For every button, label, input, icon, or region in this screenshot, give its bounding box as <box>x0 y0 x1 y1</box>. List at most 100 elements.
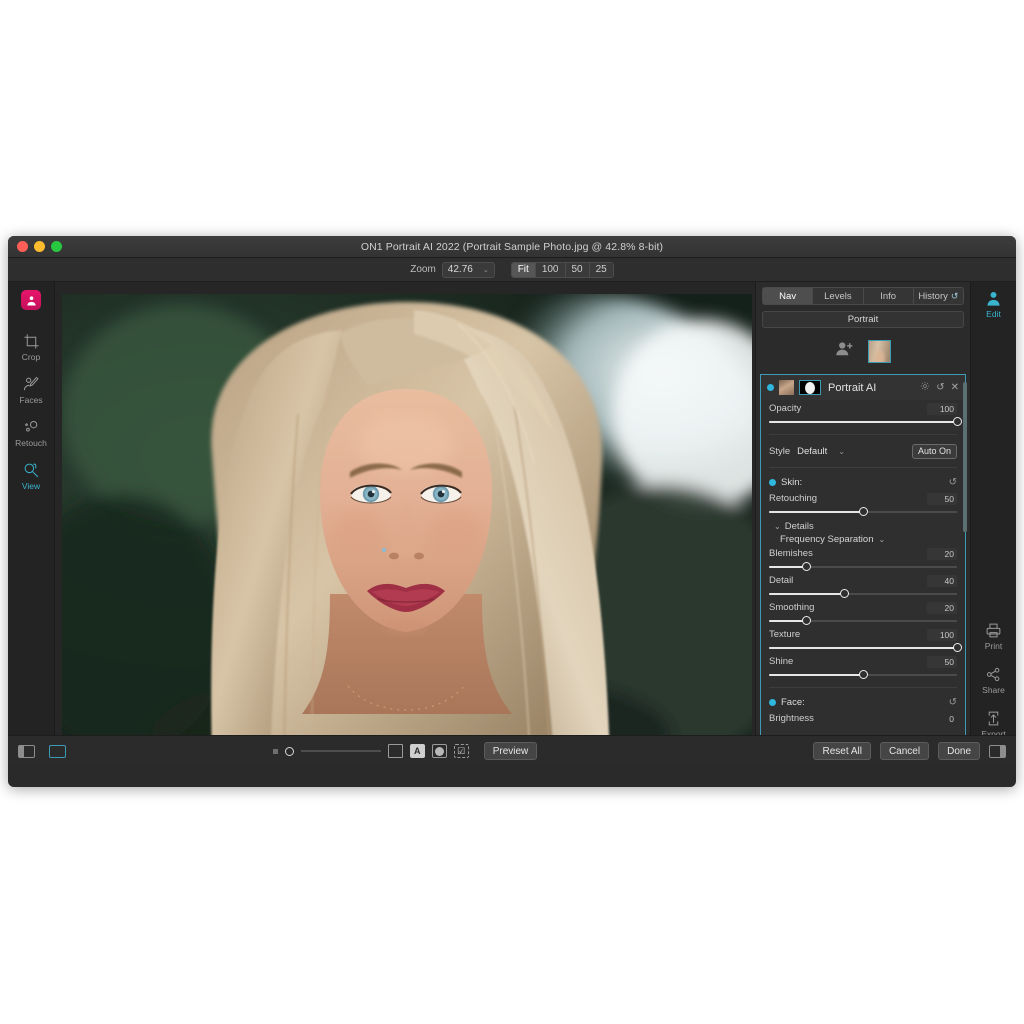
retouch-icon <box>23 418 40 437</box>
zoom-50-button[interactable]: 50 <box>565 262 590 277</box>
panel-tabs[interactable]: Nav Levels Info History ↺ <box>756 282 970 305</box>
add-person-icon[interactable] <box>835 341 854 361</box>
chevron-down-icon: ⌄ <box>774 522 781 531</box>
zoom-preset-segmented[interactable]: Fit 100 50 25 <box>510 261 614 278</box>
app-logo-icon <box>21 290 41 310</box>
preview-button[interactable]: Preview <box>483 742 538 760</box>
square-outline-icon[interactable] <box>387 744 403 758</box>
reset-all-button[interactable]: Reset All <box>813 742 871 760</box>
face-toggle-dot[interactable] <box>769 699 776 706</box>
style-row: Style Default ⌄ Auto On <box>769 442 957 460</box>
window-titlebar: ON1 Portrait AI 2022 (Portrait Sample Ph… <box>8 236 1016 258</box>
layer-actions[interactable]: ↺ ✕ <box>920 381 959 394</box>
tab-nav[interactable]: Nav <box>762 287 813 305</box>
zoom-fit-button[interactable]: Fit <box>511 262 536 277</box>
rail-item-print[interactable]: Print <box>971 621 1016 651</box>
close-window-button[interactable] <box>17 241 28 252</box>
detail-slider[interactable] <box>769 588 957 599</box>
opacity-slider[interactable] <box>769 416 962 427</box>
shine-value[interactable]: 50 <box>927 655 957 668</box>
cancel-button[interactable]: Cancel <box>879 742 930 760</box>
smoothing-value[interactable]: 20 <box>927 601 957 614</box>
skin-section-header: Skin: ↺ <box>769 475 957 490</box>
zoom-select[interactable]: 42.76 ⌄ <box>441 261 495 278</box>
history-undo-icon: ↺ <box>950 290 959 301</box>
blemishes-slider[interactable] <box>769 561 957 572</box>
tab-history[interactable]: History ↺ <box>912 287 964 305</box>
filled-circle-icon[interactable] <box>431 744 447 758</box>
panel-scrollbar[interactable] <box>963 382 967 532</box>
retouching-value[interactable]: 50 <box>927 492 957 505</box>
face-reset-icon[interactable]: ↺ <box>949 697 957 708</box>
brush-size-slider-track[interactable] <box>300 750 381 752</box>
layer-reset-icon[interactable]: ↺ <box>936 382 944 393</box>
shine-label: Shine <box>769 656 794 667</box>
face-thumbnail[interactable] <box>868 339 891 363</box>
layer-mask-thumbnail[interactable] <box>799 380 821 395</box>
rail-item-label: Share <box>982 685 1005 695</box>
retouching-slider[interactable] <box>769 506 957 517</box>
window-controls[interactable] <box>8 241 62 252</box>
retouching-label: Retouching <box>769 493 818 504</box>
divider <box>769 434 957 435</box>
brightness-label: Brightness <box>769 713 814 724</box>
sidebar-item-retouch[interactable]: Retouch <box>8 418 54 448</box>
opacity-label: Opacity <box>769 403 802 414</box>
details-disclosure[interactable]: ⌄ Details <box>774 521 957 532</box>
panel-toggle-right-icon[interactable] <box>989 744 1006 758</box>
blemishes-slider-row: Blemishes 20 <box>769 547 957 572</box>
smoothing-label: Smoothing <box>769 602 815 613</box>
printer-icon <box>985 621 1002 640</box>
zoom-100-button[interactable]: 100 <box>535 262 566 277</box>
zoom-25-button[interactable]: 25 <box>589 262 613 277</box>
close-icon[interactable]: ✕ <box>951 382 959 393</box>
minimize-window-button[interactable] <box>34 241 45 252</box>
opacity-value[interactable]: 100 <box>927 402 957 415</box>
frequency-separation-select[interactable]: Frequency Separation ⌄ <box>780 534 957 545</box>
bottom-center-controls: A ☑ Preview <box>55 736 755 766</box>
texture-label: Texture <box>769 629 801 640</box>
style-value[interactable]: Default <box>797 446 827 457</box>
checkbox-dashed-icon[interactable]: ☑ <box>453 744 469 758</box>
detail-slider-row: Detail 40 <box>769 574 957 599</box>
chevron-down-icon[interactable]: ⌄ <box>838 447 845 456</box>
auto-on-button[interactable]: Auto On <box>911 443 957 459</box>
blemishes-label: Blemishes <box>769 548 813 559</box>
brightness-value[interactable]: 0 <box>927 713 957 725</box>
skin-reset-icon[interactable]: ↺ <box>949 477 957 488</box>
face-label: Face: <box>781 697 805 708</box>
tab-levels[interactable]: Levels <box>812 287 863 305</box>
sidebar-item-crop[interactable]: Crop <box>8 332 54 362</box>
sidebar-item-view[interactable]: View <box>8 461 54 491</box>
tab-info[interactable]: Info <box>862 287 913 305</box>
skin-toggle-dot[interactable] <box>769 479 776 486</box>
layer-visibility-dot[interactable] <box>767 384 774 391</box>
soft-proof-square-icon[interactable] <box>272 748 278 754</box>
done-button[interactable]: Done <box>938 742 980 760</box>
photo-frame <box>62 294 752 758</box>
letter-a-icon[interactable]: A <box>409 744 425 758</box>
brush-size-slider-knob[interactable] <box>284 746 294 756</box>
blemishes-value[interactable]: 20 <box>927 547 957 560</box>
maximize-window-button[interactable] <box>51 241 62 252</box>
window-body: Crop Faces Retouch View Nav Levels Info … <box>8 282 1016 765</box>
top-toolbar: Zoom 42.76 ⌄ Fit 100 50 25 <box>8 258 1016 282</box>
texture-value[interactable]: 100 <box>927 628 957 641</box>
gear-icon[interactable] <box>920 381 930 394</box>
preset-category-portrait[interactable]: Portrait <box>762 311 964 328</box>
texture-slider[interactable] <box>769 642 962 653</box>
detail-value[interactable]: 40 <box>927 574 957 587</box>
rail-item-edit[interactable]: Edit <box>971 289 1016 319</box>
panel-toggle-left-icon[interactable] <box>18 744 35 758</box>
portrait-photo <box>62 294 752 758</box>
shine-slider[interactable] <box>769 669 957 680</box>
crop-icon <box>23 332 40 351</box>
sidebar-item-faces[interactable]: Faces <box>8 375 54 405</box>
share-nodes-icon <box>985 665 1002 684</box>
layer-header[interactable]: Portrait AI ↺ ✕ <box>761 375 965 400</box>
sidebar-item-label: View <box>21 481 41 491</box>
rail-item-share[interactable]: Share <box>971 665 1016 695</box>
layer-controls: Opacity 100 Style Default ⌄ Auto On Skin… <box>761 402 965 725</box>
smoothing-slider[interactable] <box>769 615 957 626</box>
person-icon <box>985 289 1002 308</box>
